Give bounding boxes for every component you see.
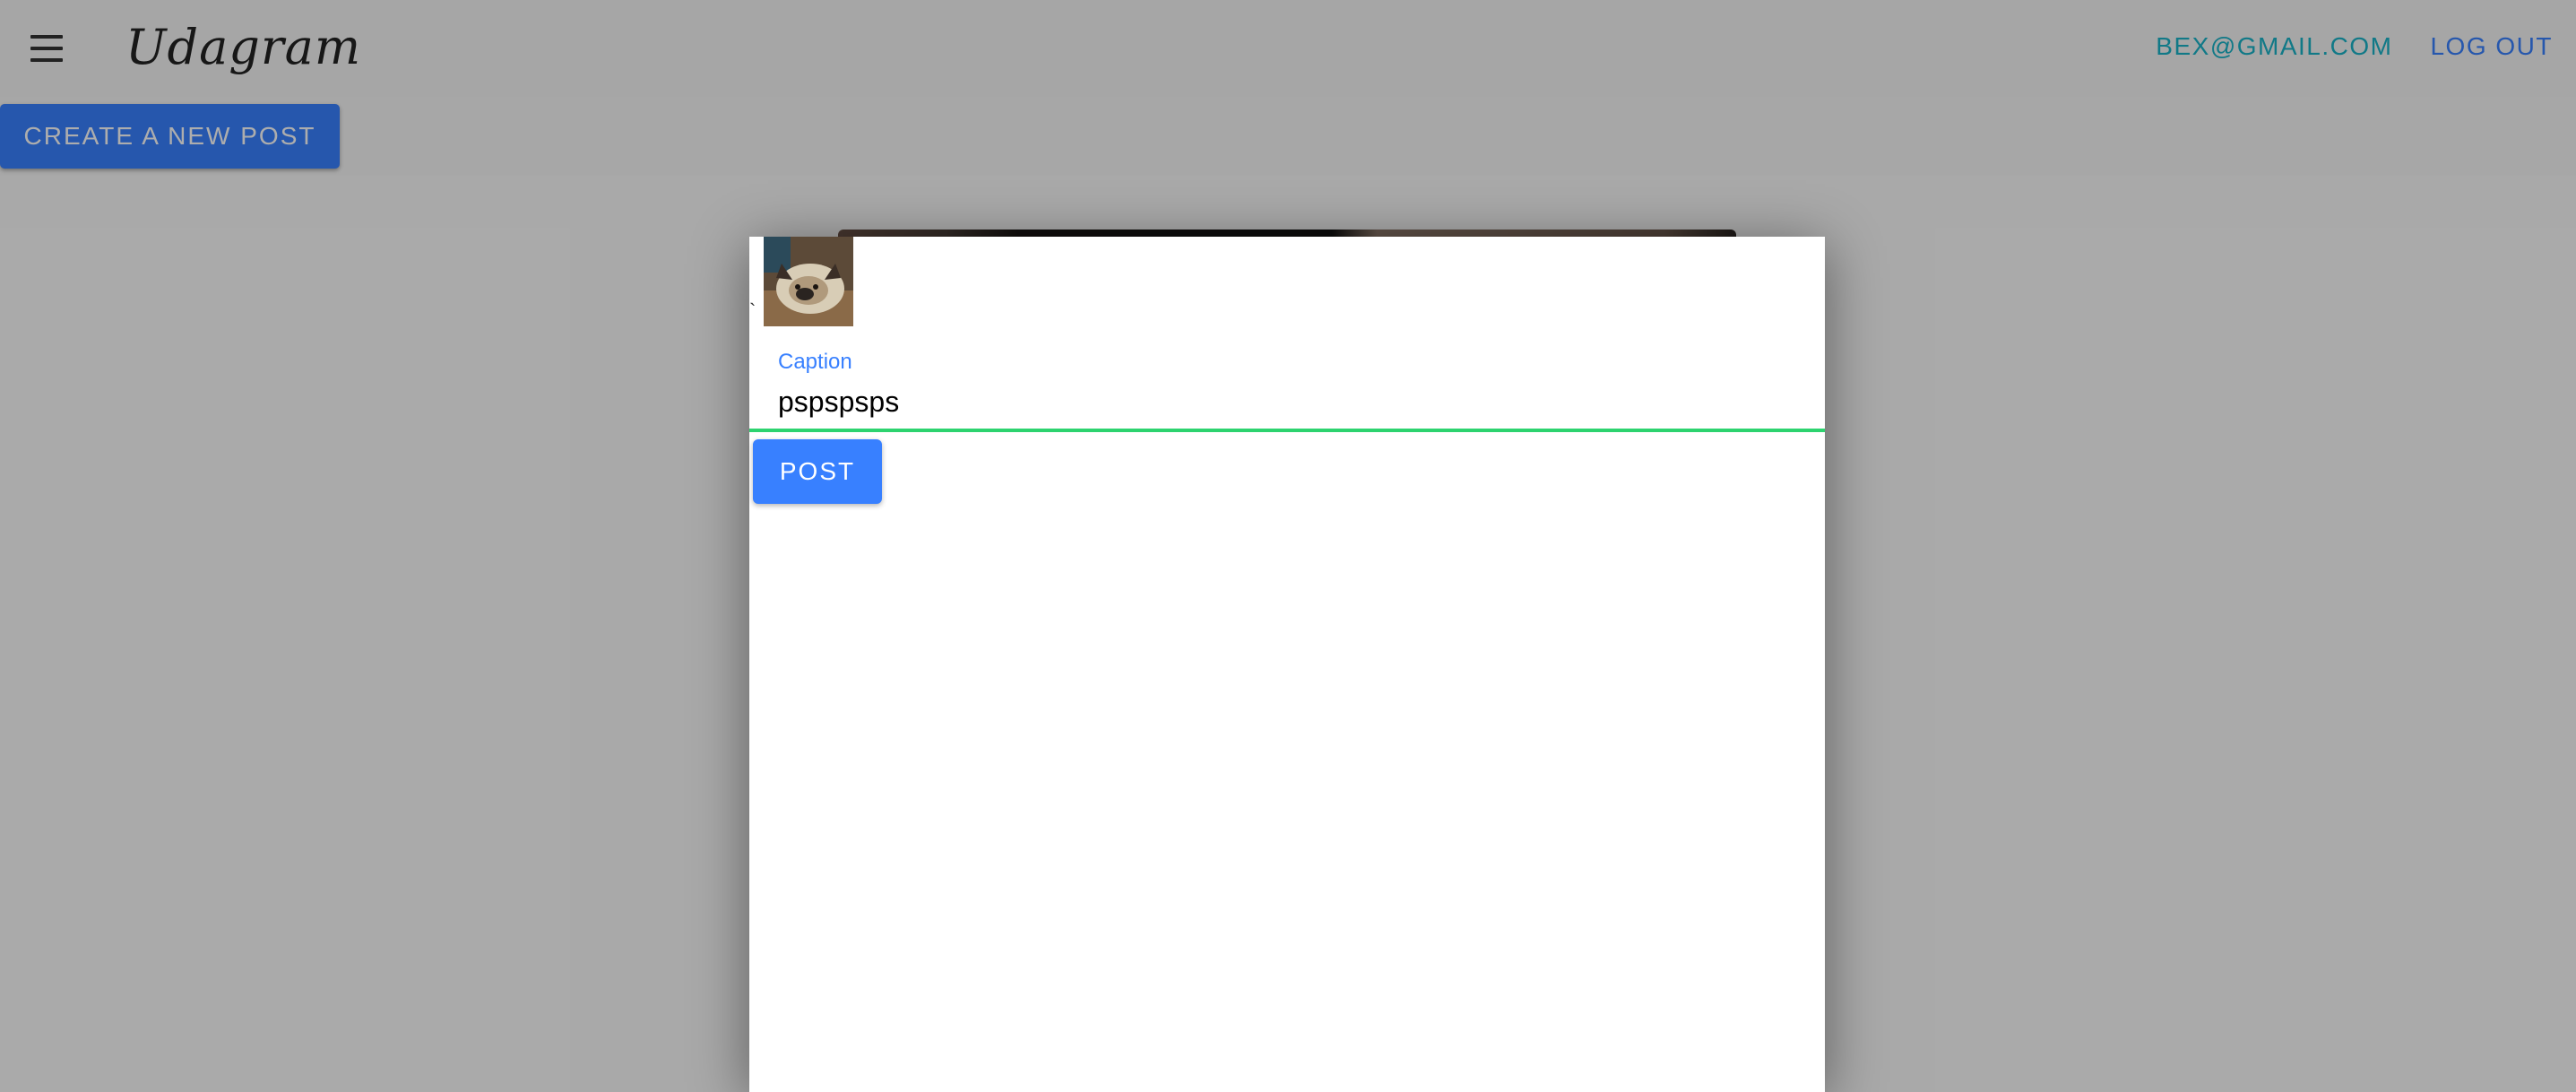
caption-label: Caption xyxy=(778,350,852,374)
new-post-modal: ` Caption POST xyxy=(749,237,1825,1092)
upload-preview-thumbnail xyxy=(764,237,853,326)
caption-input[interactable] xyxy=(778,380,1809,423)
stray-mark: ` xyxy=(749,299,756,322)
caption-focus-underline xyxy=(749,429,1825,432)
post-button[interactable]: POST xyxy=(753,439,882,504)
